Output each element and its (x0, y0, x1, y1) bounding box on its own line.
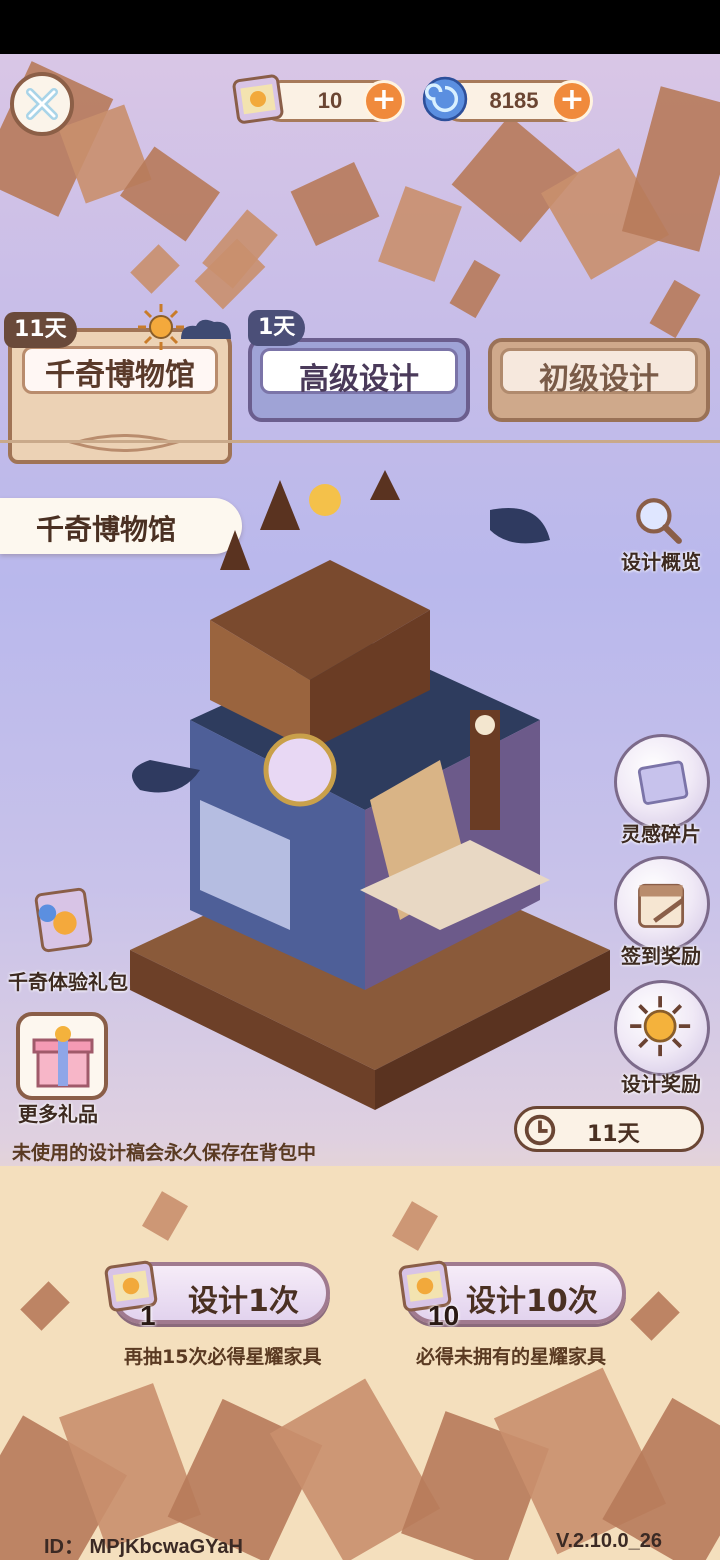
ribbon-ornament-icon (68, 434, 180, 452)
advanced-days-badge: 1天 (248, 310, 306, 346)
close-button[interactable] (10, 72, 74, 136)
app-version: V.2.10.0_26 (556, 1530, 663, 1552)
trial-pack-icon[interactable] (24, 884, 102, 962)
paper-shard (630, 1291, 680, 1341)
paper-shard (378, 186, 462, 282)
sun-emblem-icon (630, 996, 691, 1057)
design-ten-label: 设计10次 (466, 1284, 598, 1319)
divider (0, 440, 720, 443)
clock-icon (524, 1114, 556, 1146)
add-tickets-button[interactable]: + (363, 80, 405, 122)
paper-shard (130, 244, 180, 294)
design-overview-label[interactable]: 设计概览 (596, 546, 720, 575)
bottom-panel (0, 1166, 720, 1560)
inspiration-fragments-label[interactable]: 灵感碎片 (596, 818, 720, 847)
paper-shard (392, 1201, 438, 1251)
swirl-gem-icon (422, 76, 468, 122)
museum-house-illustration (130, 470, 610, 1110)
paper-shard (649, 279, 701, 339)
status-bar (0, 0, 720, 54)
add-gems-button[interactable]: + (551, 80, 593, 122)
paper-shard (449, 259, 501, 319)
tab-museum[interactable]: 千奇博物馆 (8, 328, 232, 464)
tab-advanced-design[interactable]: 高级设计 (248, 338, 470, 422)
calendar-icon (638, 883, 685, 928)
player-id: ID： MPjKbcwaGYaH (44, 1536, 243, 1558)
paper-shard (20, 1281, 70, 1331)
inspiration-fragments-button[interactable] (614, 734, 710, 830)
checkin-reward-button[interactable] (614, 856, 710, 952)
design-reward-label[interactable]: 设计奖励 (596, 1068, 720, 1097)
close-icon (26, 88, 58, 120)
paper-shard (142, 1191, 188, 1241)
tab-basic-design[interactable]: 初级设计 (488, 338, 710, 422)
more-gifts-button[interactable] (16, 1012, 108, 1100)
cloud-icon (181, 319, 231, 339)
timer-value: 11天 (587, 1122, 640, 1147)
design-once-hint: 再抽15次必得星耀家具 (124, 1346, 322, 1368)
tab-basic-label: 初级设计 (539, 362, 659, 397)
trial-pack-label[interactable]: 千奇体验礼包 (8, 966, 128, 995)
design-ten-hint: 必得未拥有的星耀家具 (416, 1346, 607, 1368)
design-scroll-icon (232, 74, 284, 124)
checkin-reward-label[interactable]: 签到奖励 (596, 940, 720, 969)
more-gifts-label[interactable]: 更多礼品 (18, 1098, 98, 1127)
design-once-cost: 1 (140, 1300, 156, 1331)
design-ten-cost: 10 (428, 1300, 460, 1331)
map-fragment-icon (637, 760, 689, 805)
gift-box-icon (32, 1026, 94, 1088)
backpack-notice: 未使用的设计稿会永久保存在背包中 (12, 1142, 317, 1164)
paper-shard (290, 162, 380, 246)
design-reward-button[interactable] (614, 980, 710, 1076)
design-once-label: 设计1次 (188, 1284, 299, 1319)
paper-shard (621, 86, 720, 252)
event-timer: 11天 (514, 1106, 704, 1152)
magnifier-icon[interactable] (632, 494, 684, 546)
tab-museum-label: 千奇博物馆 (45, 358, 195, 393)
tab-advanced-label: 高级设计 (299, 362, 419, 397)
museum-days-badge: 11天 (4, 312, 77, 348)
